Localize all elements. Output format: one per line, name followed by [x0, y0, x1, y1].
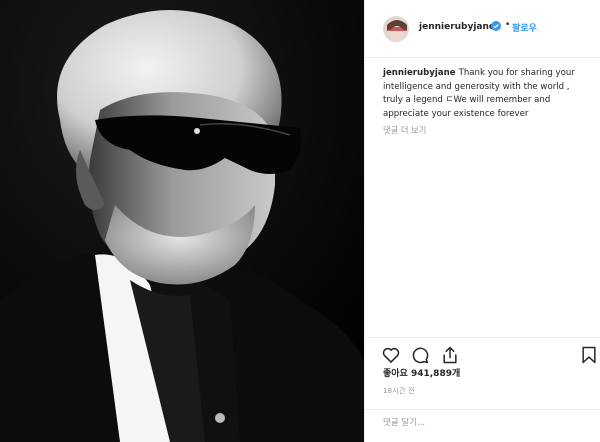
post-header: jennierubyjane • 팔로우: [365, 0, 600, 58]
share-icon[interactable]: [440, 345, 460, 365]
avatar[interactable]: [383, 16, 409, 42]
portrait-photo: [0, 0, 364, 442]
caption: jennierubyjane Thank you for sharing your…: [383, 67, 589, 121]
bookmark-icon[interactable]: [579, 345, 599, 365]
username-link[interactable]: jennierubyjane: [419, 22, 495, 32]
verified-badge-icon: [491, 21, 501, 31]
avatar-image: [384, 17, 408, 41]
caption-username[interactable]: jennierubyjane: [383, 68, 456, 78]
separator-dot: •: [505, 20, 511, 30]
heart-icon[interactable]: [381, 345, 401, 365]
follow-button[interactable]: 팔로우: [512, 21, 537, 34]
post-photo: [0, 0, 364, 442]
instagram-post: jennierubyjane • 팔로우 jennierubyjane Thank…: [0, 0, 600, 442]
post-side-panel: jennierubyjane • 팔로우 jennierubyjane Thank…: [364, 0, 600, 442]
likes-count[interactable]: 좋아요 941,889개: [383, 366, 460, 379]
comment-box: [365, 409, 600, 442]
post-timestamp[interactable]: 18시간 전: [383, 386, 415, 396]
comment-icon[interactable]: [410, 345, 430, 365]
comment-input[interactable]: [383, 418, 583, 428]
more-comments-link[interactable]: 댓글 더 보기: [383, 124, 426, 136]
